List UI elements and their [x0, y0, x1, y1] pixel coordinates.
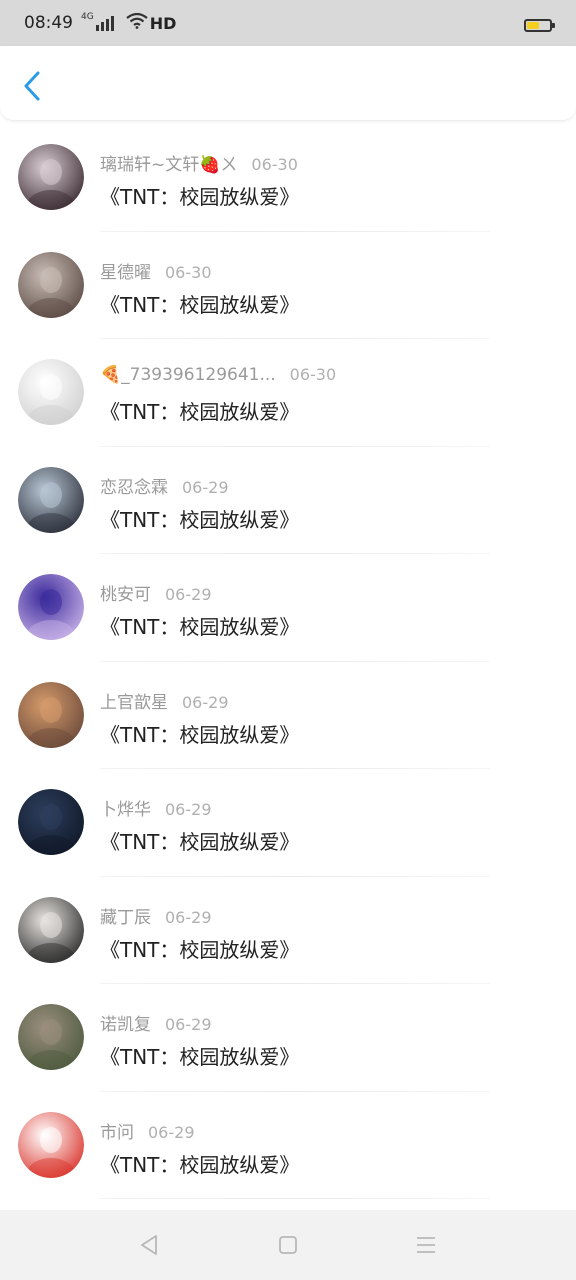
nav-menu-button[interactable] [413, 1232, 439, 1258]
user-name[interactable]: 星德曜 [100, 263, 151, 283]
list-item[interactable]: 市问 06-29 《TNT：校园放纵爱》 [0, 1092, 576, 1199]
avatar[interactable] [18, 1004, 84, 1070]
work-title[interactable]: 《TNT：校园放纵爱》 [100, 1149, 299, 1178]
nav-back-button[interactable] [136, 1232, 162, 1258]
work-title[interactable]: 《TNT：校园放纵爱》 [100, 934, 299, 963]
status-time: 08:49 [24, 13, 73, 33]
list-item[interactable]: 卜烨华 06-29 《TNT：校园放纵爱》 [0, 769, 576, 877]
avatar[interactable] [18, 144, 84, 210]
avatar[interactable] [18, 896, 84, 963]
app-bar [0, 46, 576, 121]
comment-date: 06-29 [165, 1015, 212, 1034]
list-item[interactable]: 桃安可 06-29 《TNT：校园放纵爱》 [0, 554, 576, 662]
wifi-icon [126, 12, 148, 33]
status-bar: 08:49 4G HD [0, 0, 576, 46]
home-square-icon [279, 1236, 297, 1254]
comment-date: 06-29 [148, 1122, 195, 1142]
signal-icon [95, 15, 114, 31]
list-item[interactable]: 藏丁辰 06-29 《TNT：校园放纵爱》 [0, 877, 576, 984]
comment-date: 06-29 [165, 907, 212, 927]
comment-date: 06-30 [165, 262, 212, 282]
network-type: 4G [81, 12, 94, 22]
comment-date: 06-29 [182, 692, 229, 712]
comment-list[interactable]: 璃瑞轩~文轩🍓ㄨ 06-30 《TNT：校园放纵爱》 星德曜 06-30 《TNT：校园放… [0, 124, 576, 1199]
work-title[interactable]: 《TNT：校园放纵爱》 [100, 504, 299, 533]
user-name[interactable]: 🍕_739396129641... [100, 365, 276, 385]
avatar[interactable] [18, 466, 84, 533]
user-name[interactable]: 市问 [100, 1123, 134, 1143]
comment-date: 06-29 [182, 477, 229, 497]
avatar[interactable] [18, 681, 84, 748]
avatar[interactable] [18, 789, 84, 855]
menu-lines-icon [417, 1237, 435, 1253]
nav-home-button[interactable] [275, 1232, 301, 1258]
list-item[interactable]: 星德曜 06-30 《TNT：校园放纵爱》 [0, 232, 576, 339]
list-item[interactable]: 诺凯复 06-29 《TNT：校园放纵爱》 [0, 984, 576, 1092]
list-item[interactable]: 璃瑞轩~文轩🍓ㄨ 06-30 《TNT：校园放纵爱》 [0, 124, 576, 232]
navigation-bar [0, 1210, 576, 1280]
user-name[interactable]: 璃瑞轩~文轩🍓ㄨ [100, 155, 237, 175]
user-name[interactable]: 恋忍念霖 [100, 478, 168, 498]
battery-icon [524, 19, 555, 32]
avatar[interactable] [18, 251, 84, 318]
avatar[interactable] [18, 359, 84, 425]
comment-date: 06-29 [165, 585, 212, 604]
work-title[interactable]: 《TNT：校园放纵爱》 [100, 826, 299, 855]
user-name[interactable]: 上官歆星 [100, 693, 168, 713]
back-button[interactable] [14, 66, 50, 106]
back-triangle-icon [141, 1235, 157, 1255]
work-title[interactable]: 《TNT：校园放纵爱》 [100, 289, 299, 318]
divider [100, 1198, 490, 1199]
user-name[interactable]: 诺凯复 [100, 1015, 151, 1035]
work-title[interactable]: 《TNT：校园放纵爱》 [100, 1041, 299, 1070]
user-name[interactable]: 卜烨华 [100, 800, 151, 820]
work-title[interactable]: 《TNT：校园放纵爱》 [100, 719, 299, 748]
work-title[interactable]: 《TNT：校园放纵爱》 [100, 181, 299, 210]
comment-date: 06-30 [251, 155, 298, 174]
comment-date: 06-30 [289, 365, 337, 384]
avatar[interactable] [18, 1111, 84, 1178]
list-item[interactable]: 上官歆星 06-29 《TNT：校园放纵爱》 [0, 662, 576, 769]
user-name[interactable]: 藏丁辰 [100, 908, 151, 928]
list-item[interactable]: 🍕_739396129641... 06-30 《TNT：校园放纵爱》 [0, 339, 576, 447]
list-item[interactable]: 恋忍念霖 06-29 《TNT：校园放纵爱》 [0, 447, 576, 554]
comment-date: 06-29 [165, 800, 212, 819]
avatar[interactable] [18, 574, 84, 640]
hd-indicator: HD [149, 13, 177, 33]
chevron-left-icon [24, 71, 40, 101]
battery-level [527, 22, 540, 29]
work-title[interactable]: 《TNT：校园放纵爱》 [100, 396, 299, 425]
user-name[interactable]: 桃安可 [100, 585, 151, 605]
work-title[interactable]: 《TNT：校园放纵爱》 [100, 611, 299, 640]
